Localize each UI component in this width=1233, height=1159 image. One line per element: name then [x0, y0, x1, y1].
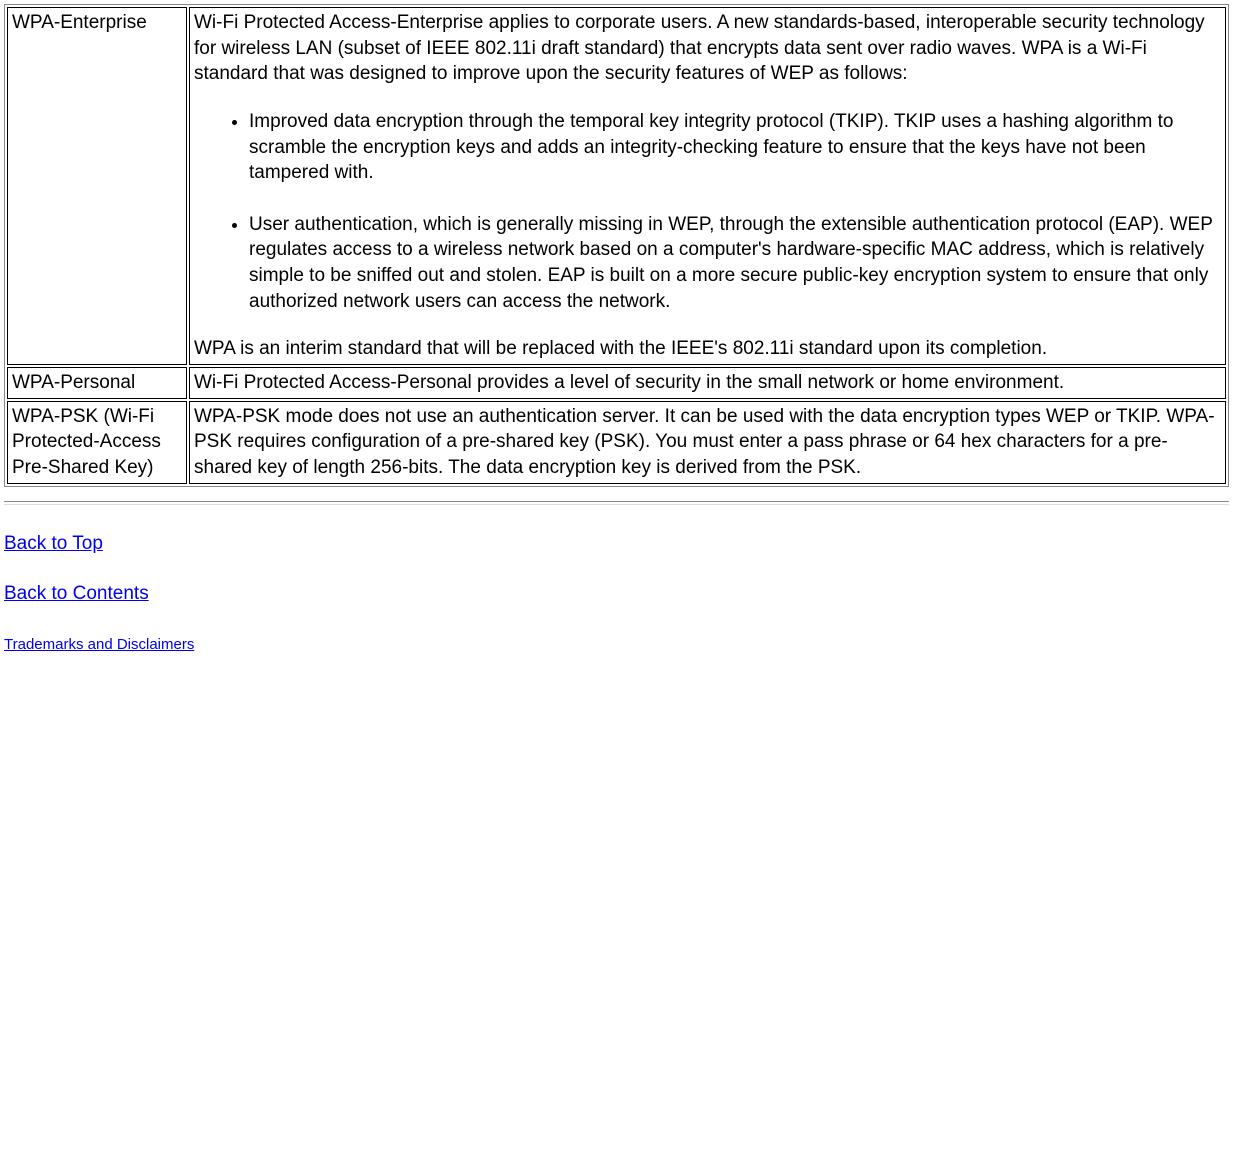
- back-to-top-link[interactable]: Back to Top: [4, 533, 103, 555]
- divider: [4, 501, 1229, 505]
- term-cell: WPA-PSK (Wi-Fi Protected-Access Pre-Shar…: [7, 401, 187, 484]
- glossary-table: WPA-Enterprise Wi-Fi Protected Access-En…: [4, 4, 1229, 487]
- definition-cell: Wi-Fi Protected Access-Enterprise applie…: [189, 7, 1226, 365]
- definition-cell: WPA-PSK mode does not use an authenticat…: [189, 401, 1226, 484]
- definition-intro: Wi-Fi Protected Access-Enterprise applie…: [194, 12, 1205, 84]
- definition-cell: Wi-Fi Protected Access-Personal provides…: [189, 367, 1226, 399]
- list-item: User authentication, which is generally …: [249, 212, 1221, 315]
- definition-bullet-list: Improved data encryption through the tem…: [194, 109, 1221, 314]
- trademarks-link[interactable]: Trademarks and Disclaimers: [4, 636, 194, 653]
- term-cell: WPA-Enterprise: [7, 7, 187, 365]
- table-row: WPA-Enterprise Wi-Fi Protected Access-En…: [7, 7, 1226, 365]
- table-row: WPA-Personal Wi-Fi Protected Access-Pers…: [7, 367, 1226, 399]
- list-item: Improved data encryption through the tem…: [249, 109, 1221, 186]
- definition-outro: WPA is an interim standard that will be …: [194, 338, 1047, 359]
- term-cell: WPA-Personal: [7, 367, 187, 399]
- back-to-contents-link[interactable]: Back to Contents: [4, 583, 149, 605]
- table-row: WPA-PSK (Wi-Fi Protected-Access Pre-Shar…: [7, 401, 1226, 484]
